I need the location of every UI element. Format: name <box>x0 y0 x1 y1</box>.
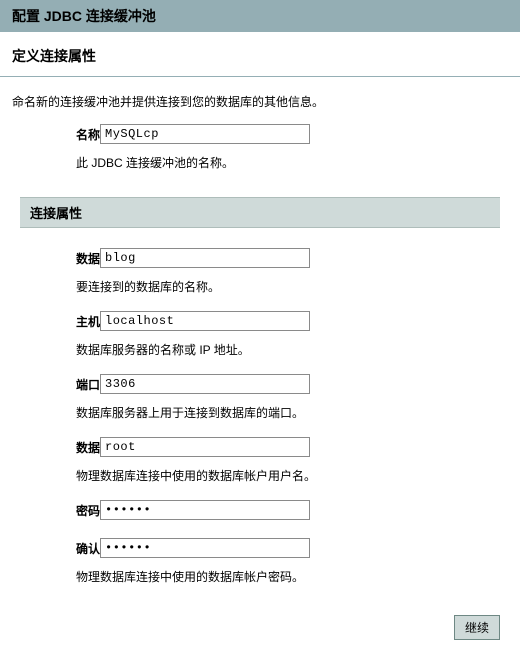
name-label: 名称: <box>0 126 100 143</box>
port-label: 端口: <box>0 376 100 393</box>
page-description: 命名新的连接缓冲池并提供连接到您的数据库的其他信息。 <box>0 77 520 118</box>
connection-properties-header: 连接属性 <box>20 197 500 228</box>
db-user-help: 物理数据库连接中使用的数据库帐户用户名。 <box>0 463 520 494</box>
db-name-label: 数据库名称: <box>0 250 100 267</box>
port-help: 数据库服务器上用于连接到数据库的端口。 <box>0 400 520 431</box>
continue-button[interactable]: 继续 <box>454 615 500 640</box>
host-label: 主机名: <box>0 313 100 330</box>
confirm-password-label: 确认密码: <box>0 540 100 557</box>
host-help: 数据库服务器的名称或 IP 地址。 <box>0 337 520 368</box>
name-help: 此 JDBC 连接缓冲池的名称。 <box>0 150 520 181</box>
db-user-label: 数据库用户名: <box>0 439 100 456</box>
db-name-help: 要连接到的数据库的名称。 <box>0 274 520 305</box>
confirm-password-input[interactable] <box>100 538 310 558</box>
page-title: 配置 JDBC 连接缓冲池 <box>0 0 520 32</box>
port-input[interactable] <box>100 374 310 394</box>
name-input[interactable] <box>100 124 310 144</box>
password-label: 密码: <box>0 502 100 519</box>
password-help: 物理数据库连接中使用的数据库帐户密码。 <box>0 564 520 595</box>
db-name-input[interactable] <box>100 248 310 268</box>
section-title: 定义连接属性 <box>0 32 520 76</box>
host-input[interactable] <box>100 311 310 331</box>
db-user-input[interactable] <box>100 437 310 457</box>
password-input[interactable] <box>100 500 310 520</box>
